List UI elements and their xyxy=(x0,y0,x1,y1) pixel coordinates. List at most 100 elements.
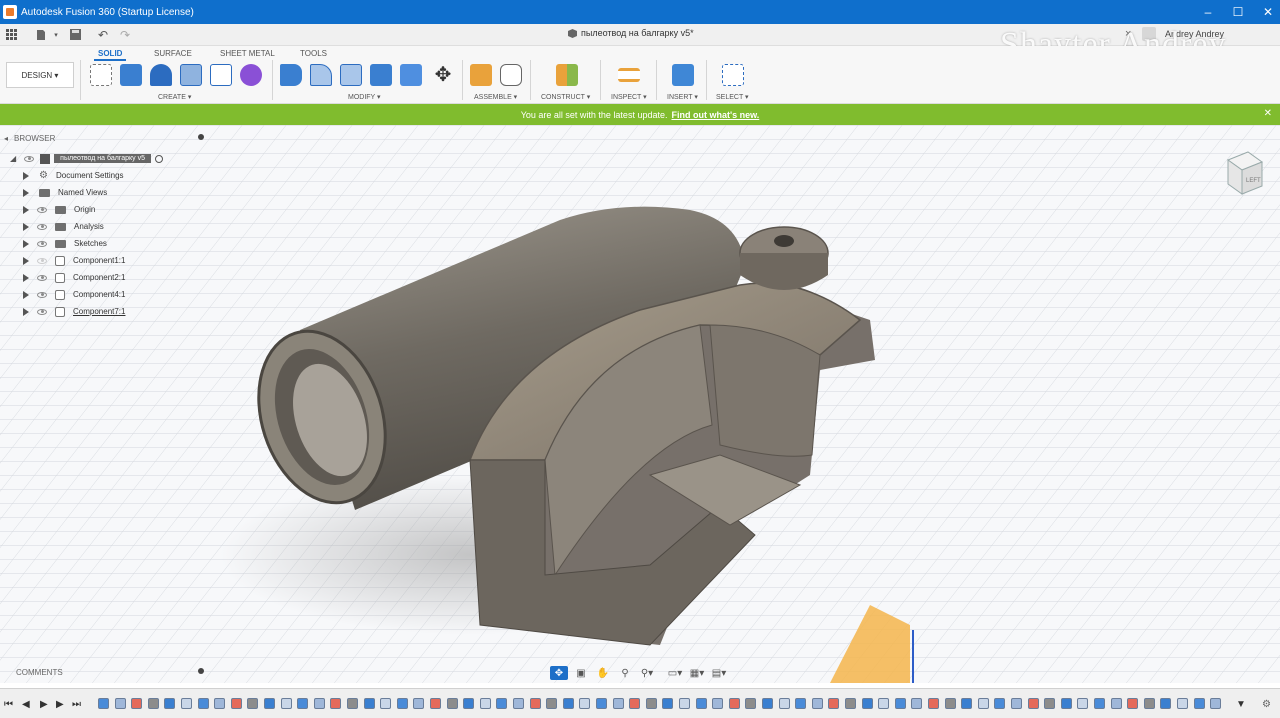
timeline-feature-icon[interactable] xyxy=(712,698,724,709)
timeline-feature-icon[interactable] xyxy=(562,698,574,709)
browser-item-analysis[interactable]: Analysis xyxy=(23,219,104,234)
insert-group-label[interactable]: INSERT ▾ xyxy=(667,93,698,101)
timeline-feature-icon[interactable] xyxy=(695,698,707,709)
new-component-icon[interactable] xyxy=(470,64,492,86)
workspace-design-button[interactable]: DESIGN ▾ xyxy=(6,62,74,88)
expand-icon[interactable] xyxy=(23,307,29,316)
collapse-chevron-icon[interactable]: ◂ xyxy=(4,134,8,143)
file-menu-icon[interactable] xyxy=(30,26,52,44)
timeline-feature-icon[interactable] xyxy=(745,698,757,709)
timeline-feature-icon[interactable] xyxy=(679,698,690,709)
whats-new-link[interactable]: Find out what's new. xyxy=(671,110,759,120)
timeline-feature-icon[interactable] xyxy=(181,698,192,709)
activate-radio-icon[interactable] xyxy=(155,154,164,163)
expand-icon[interactable] xyxy=(23,290,29,299)
model-viewport-svg[interactable] xyxy=(0,125,1280,683)
select-icon[interactable] xyxy=(722,64,744,86)
timeline-feature-icon[interactable] xyxy=(297,698,309,709)
zoom-icon[interactable]: ⚲ xyxy=(616,666,634,680)
viewports-icon[interactable]: ▤▾ xyxy=(710,666,728,680)
browser-item-component4[interactable]: Component4:1 xyxy=(23,287,125,302)
expand-icon[interactable] xyxy=(23,256,29,265)
press-pull-icon[interactable] xyxy=(280,64,302,86)
orbit-icon[interactable]: ✥ xyxy=(550,666,568,680)
visibility-eye-icon[interactable] xyxy=(37,206,47,213)
create-form-icon[interactable] xyxy=(240,64,262,86)
timeline-feature-icon[interactable] xyxy=(994,698,1006,709)
timeline-feature-icon[interactable] xyxy=(313,698,325,709)
timeline-feature-icon[interactable] xyxy=(1177,698,1188,709)
undo-icon[interactable]: ↶ xyxy=(92,26,114,44)
timeline-feature-icon[interactable] xyxy=(1110,698,1122,709)
timeline-feature-icon[interactable] xyxy=(131,698,143,709)
timeline-feature-icon[interactable] xyxy=(1127,698,1139,709)
insert-image-icon[interactable] xyxy=(672,64,694,86)
timeline-feature-icon[interactable] xyxy=(114,698,126,709)
visibility-eye-icon[interactable] xyxy=(37,308,47,315)
visibility-eye-icon[interactable] xyxy=(37,240,47,247)
grid-settings-icon[interactable]: ▦▾ xyxy=(688,666,706,680)
expand-icon[interactable] xyxy=(23,205,29,214)
timeline-feature-icon[interactable] xyxy=(363,698,375,709)
joint-icon[interactable] xyxy=(500,64,522,86)
hole-icon[interactable] xyxy=(180,64,202,86)
revolve-icon[interactable] xyxy=(150,64,172,86)
timeline-feature-icon[interactable] xyxy=(1027,698,1039,709)
banner-close-button[interactable]: ✕ xyxy=(1264,108,1272,119)
timeline-feature-icon[interactable] xyxy=(1160,698,1172,709)
timeline-feature-icon[interactable] xyxy=(164,698,176,709)
pan-hand-icon[interactable]: ✋ xyxy=(594,666,612,680)
timeline-feature-icon[interactable] xyxy=(1210,698,1222,709)
expand-icon[interactable]: ◢ xyxy=(10,154,16,163)
visibility-eye-icon[interactable] xyxy=(37,291,47,298)
timeline-feature-icon[interactable] xyxy=(264,698,275,709)
timeline-feature-icon[interactable] xyxy=(1143,698,1155,709)
expand-icon[interactable] xyxy=(23,171,29,180)
close-window-button[interactable]: ✕ xyxy=(1248,0,1280,24)
viewport-canvas[interactable] xyxy=(0,125,1280,683)
timeline-feature-icon[interactable] xyxy=(247,698,259,709)
offset-plane-icon[interactable] xyxy=(556,64,578,86)
modify-group-label[interactable]: MODIFY ▾ xyxy=(348,93,381,101)
measure-icon[interactable] xyxy=(618,68,640,82)
timeline-feature-icon[interactable] xyxy=(911,698,923,709)
timeline-feature-icon[interactable] xyxy=(1094,698,1105,709)
timeline-feature-icon[interactable] xyxy=(811,698,823,709)
timeline-feature-icon[interactable] xyxy=(977,698,989,709)
expand-icon[interactable] xyxy=(23,222,29,231)
browser-item-component2[interactable]: Component2:1 xyxy=(23,270,125,285)
fillet-icon[interactable] xyxy=(310,64,332,86)
visibility-eye-icon[interactable] xyxy=(37,257,47,264)
timeline-feature-icon[interactable] xyxy=(546,698,558,709)
visibility-eye-icon[interactable] xyxy=(24,155,35,162)
timeline-feature-icon[interactable] xyxy=(380,698,392,709)
timeline-feature-icon[interactable] xyxy=(795,698,807,709)
timeline-feature-icon[interactable] xyxy=(446,698,458,709)
comments-pin-icon[interactable] xyxy=(198,668,204,674)
move-icon[interactable]: ✥ xyxy=(432,64,454,86)
zoom-window-icon[interactable]: ⚲▾ xyxy=(638,666,656,680)
timeline-feature-icon[interactable] xyxy=(214,698,226,709)
browser-item-sketches[interactable]: Sketches xyxy=(23,236,107,251)
save-icon[interactable] xyxy=(64,26,86,44)
browser-item-component1[interactable]: Component1:1 xyxy=(23,253,125,268)
timeline-play-icon[interactable]: ▶ xyxy=(40,699,48,710)
timeline-feature-icon[interactable] xyxy=(330,698,342,709)
timeline-feature-icon[interactable] xyxy=(1077,698,1089,709)
timeline-feature-icon[interactable] xyxy=(98,698,109,709)
file-dropdown-chevron-icon[interactable]: ▾ xyxy=(52,26,60,44)
chamfer-icon[interactable] xyxy=(340,64,362,86)
browser-item-origin[interactable]: Origin xyxy=(23,202,95,217)
browser-panel-header[interactable]: ◂ BROWSER xyxy=(0,130,212,146)
timeline-feature-icon[interactable] xyxy=(1193,698,1205,709)
create-group-label[interactable]: CREATE ▾ xyxy=(158,93,191,101)
expand-icon[interactable] xyxy=(23,273,29,282)
timeline-feature-icon[interactable] xyxy=(878,698,890,709)
tab-solid[interactable]: SOLID xyxy=(93,49,127,61)
create-sketch-icon[interactable] xyxy=(90,64,112,86)
timeline-feature-icon[interactable] xyxy=(513,698,524,709)
timeline-feature-icon[interactable] xyxy=(928,698,939,709)
browser-item-component7[interactable]: Component7:1 xyxy=(23,304,125,319)
timeline-feature-icon[interactable] xyxy=(280,698,292,709)
inspect-group-label[interactable]: INSPECT ▾ xyxy=(611,93,647,101)
